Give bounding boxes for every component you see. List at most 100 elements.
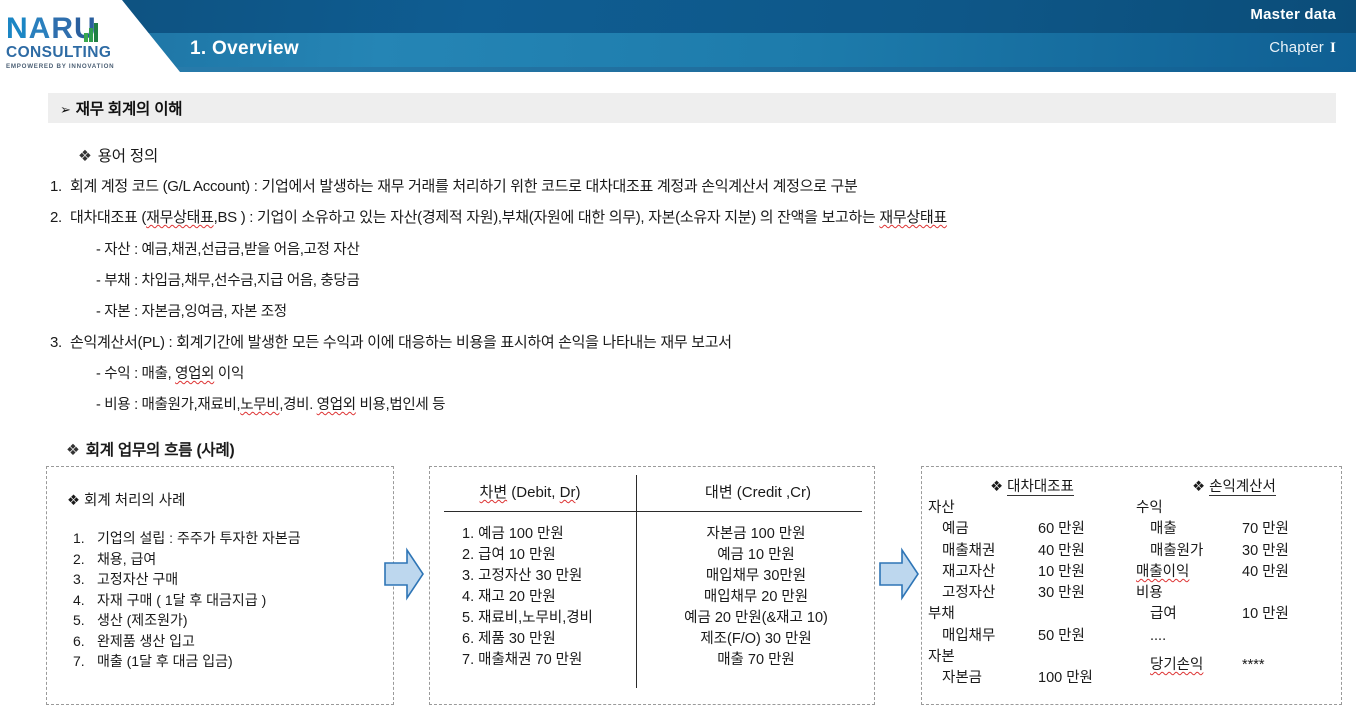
flow-arrow-1	[383, 547, 425, 606]
bs-item-amount: 60 만원	[1038, 521, 1085, 538]
logo-subtitle: CONSULTING	[6, 44, 112, 61]
logo-wordmark: NARU	[6, 12, 98, 45]
list-item: 5. 생산 (제조원가)	[73, 610, 301, 631]
flow-arrow-2	[878, 547, 920, 606]
pl-total-row: 당기손익 ****	[1136, 655, 1341, 676]
terms-heading-text: 용어 정의	[97, 148, 159, 165]
debit-entry: 3. 고정자산 30 만원	[462, 568, 583, 584]
bs-item-amount: 100 만원	[1038, 670, 1093, 687]
diamond-icon-flow: ❖	[66, 442, 80, 459]
debit-entry: 5. 재료비,노무비,경비	[462, 610, 593, 626]
step-number: 1.	[73, 530, 85, 546]
pl-expense-pre: - 비용 : 매출원가,재료비,	[96, 397, 241, 413]
term-item-1-number: 1.	[50, 178, 62, 195]
term-item-2-pre: 대차대조표 (	[70, 209, 147, 226]
journal-entry-box: 차변 (Debit, Dr) 대변 (Credit ,Cr) 1. 예금 100…	[429, 466, 875, 705]
bs-group-row: 자본	[928, 647, 1133, 668]
box1-title: ❖ 회계 처리의 사례	[67, 489, 185, 510]
step-text: 생산 (제조원가)	[97, 612, 188, 628]
pl-item-label: ....	[1150, 627, 1167, 644]
bs-group-row: 자산	[928, 498, 1133, 519]
debit-entry: 2. 급여 10 만원	[462, 547, 556, 563]
diamond-icon-box1: ❖	[67, 493, 80, 509]
step-text: 채용, 급여	[97, 550, 157, 567]
debit-header-end: )	[575, 484, 581, 501]
pl-group-label: 수익	[1136, 500, 1163, 516]
t-account-vertical-rule	[636, 475, 637, 688]
debit-header: 차변 (Debit, Dr)	[430, 481, 630, 502]
pl-spacer-row	[1136, 647, 1341, 655]
debit-header-rest: (Debit,	[507, 484, 560, 501]
bs-group-label: 부채	[928, 606, 955, 623]
list-item: 7. 매출 (1달 후 대금 입금)	[73, 651, 301, 672]
bs-item-amount: 40 만원	[1038, 542, 1085, 559]
credit-header: 대변 (Credit ,Cr)	[705, 484, 811, 501]
debit-entries: 1. 예금 100 만원 2. 급여 10 만원 3. 고정자산 30 만원 4…	[440, 524, 632, 671]
debit-entry: 4. 재고 20 만원	[462, 589, 556, 605]
chapter-label: Chapter I	[1269, 39, 1336, 57]
credit-entry: 자본금 100 만원	[706, 526, 806, 542]
pl-expense-sq: 노무비	[240, 397, 280, 413]
list-item: 2. 채용, 급여	[73, 549, 301, 570]
page-title: 1. Overview	[190, 38, 299, 59]
term-item-2-mid: ,BS ) : 기업이 소유하고 있는 자산(경제적 자원),부채(자원에 대한…	[213, 209, 880, 226]
pl-total-label: 매출이익	[1136, 563, 1190, 580]
t-account-horizontal-rule	[444, 511, 862, 512]
diamond-icon-pl: ❖	[1192, 479, 1206, 495]
bs-item-label: 매출채권	[942, 542, 996, 559]
debit-entry: 6. 제품 30 만원	[462, 631, 556, 647]
bs-item-row: 매출채권 40 만원	[928, 541, 1133, 562]
step-number: 6.	[73, 632, 85, 649]
diamond-icon-bs: ❖	[990, 479, 1004, 495]
pl-expense-mid: ,경비.	[279, 397, 317, 413]
flow-heading-text: 회계 업무의 흐름 (사례)	[85, 442, 235, 459]
bs-item-row: 재고자산 10 만원	[928, 562, 1133, 583]
step-text: 완제품 생산 입고	[97, 632, 195, 649]
bs-item-label: 예금	[942, 521, 969, 538]
bar-chart-icon	[83, 12, 98, 42]
diamond-icon: ❖	[78, 148, 92, 165]
debit-entry: 1. 예금 100 만원	[462, 526, 564, 542]
bs-group-row: 부채	[928, 604, 1133, 625]
pl-net-income-amount: ****	[1242, 657, 1265, 674]
pl-group-row: 비용	[1136, 583, 1341, 604]
step-number: 2.	[73, 550, 85, 567]
step-text: 고정자산 구매	[97, 571, 179, 587]
term-item-2: 2. 대차대조표 (재무상태표,BS ) : 기업이 소유하고 있는 자산(경제적…	[50, 206, 947, 227]
income-statement-title: ❖ 손익계산서	[1134, 475, 1334, 496]
naru-consulting-logo: NARU CONSULTING EMPOWERED BY INNOVATION	[6, 12, 146, 71]
pl-item-row: 매출 70 만원	[1136, 519, 1341, 540]
list-item: 6. 완제품 생산 입고	[73, 631, 301, 652]
credit-entry: 매입채무 30만원	[705, 568, 807, 584]
pl-item-label: 매출	[1150, 521, 1177, 538]
balance-sheet-title-text: 대차대조표	[1007, 479, 1074, 496]
pl-revenue-post: 이익	[214, 366, 244, 382]
bs-subitem-equity: - 자본 : 자본금,잉여금, 자본 조정	[96, 304, 287, 320]
debit-header-sq: 차변	[479, 484, 508, 501]
terms-heading: ❖ 용어 정의	[78, 144, 158, 166]
income-statement-title-text: 손익계산서	[1209, 479, 1276, 496]
pl-item-amount: 30 만원	[1242, 542, 1289, 559]
term-item-1-text: 회계 계정 코드 (G/L Account) : 기업에서 발생하는 재무 거래…	[70, 178, 858, 195]
term-item-3-text: 손익계산서(PL) : 회계기간에 발생한 모든 수익과 이에 대응하는 비용을…	[70, 334, 732, 351]
step-text: 매출 (1달 후 대금 입금)	[97, 653, 233, 669]
pl-item-label: 급여	[1150, 606, 1177, 623]
credit-entries: 자본금 100 만원 예금 10 만원 매입채무 30만원 매입채무 20 만원…	[642, 524, 870, 671]
bs-item-label: 고정자산	[942, 585, 996, 602]
master-data-label: Master data	[1250, 6, 1336, 23]
step-number: 4.	[73, 591, 85, 608]
credit-entry: 매입채무 20 만원	[703, 589, 809, 605]
bs-subitem-liability: - 부채 : 차입금,채무,선수금,지급 어음, 충당금	[96, 273, 360, 289]
pl-total-row: 매출이익 40 만원	[1136, 562, 1341, 583]
chapter-text: Chapter	[1269, 39, 1324, 56]
term-item-2-number: 2.	[50, 209, 62, 226]
box1-steps-list: 1. 기업의 설립 : 주주가 투자한 자본금 2. 채용, 급여 3. 고정자산 구…	[73, 528, 301, 672]
bs-item-row: 자본금 100 만원	[928, 668, 1133, 689]
bs-item-amount: 50 만원	[1038, 627, 1085, 644]
step-text: 기업의 설립 : 주주가 투자한 자본금	[97, 530, 301, 546]
list-item: 3. 고정자산 구매	[73, 569, 301, 590]
financial-statements-box: ❖ 대차대조표 ❖ 손익계산서 자산 예금 60 만원 매출채권 40 만원 재고자…	[921, 466, 1342, 705]
pl-revenue-sq: 영업외	[175, 366, 215, 382]
list-item: 4. 자재 구매 ( 1달 후 대금지급 )	[73, 590, 301, 611]
step-text: 자재 구매 ( 1달 후 대금지급 )	[97, 591, 267, 608]
